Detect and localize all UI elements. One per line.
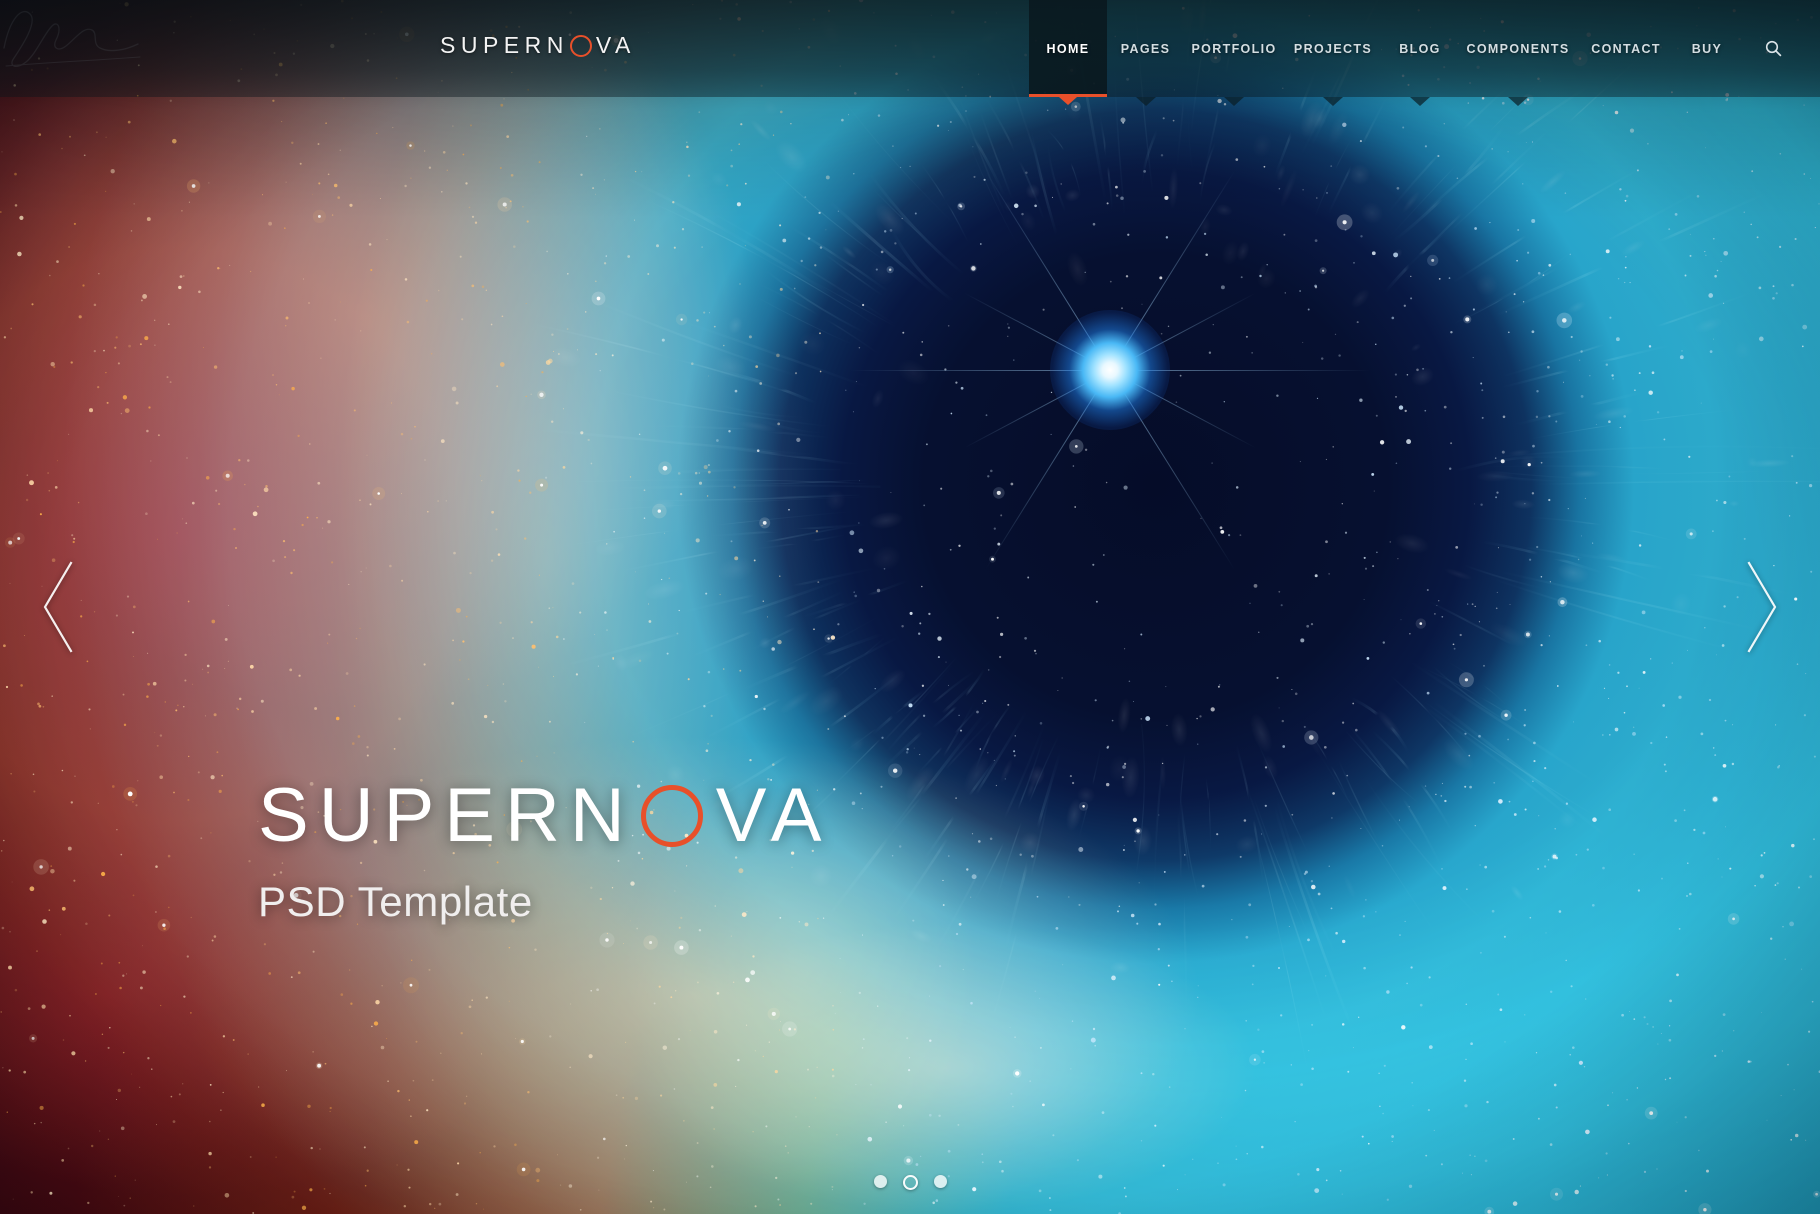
nav-item-projects-label: PROJECTS [1293, 41, 1373, 56]
hero-subtitle: PSD Template [258, 878, 533, 925]
chevron-left-icon [43, 561, 73, 653]
chevron-down-icon [1135, 97, 1156, 106]
slider-next-button[interactable] [1726, 547, 1796, 667]
slider-dot-1[interactable] [873, 1175, 887, 1188]
nav-item-pages[interactable]: PAGES [1107, 0, 1184, 106]
site-logo[interactable]: SUPERN VA [440, 32, 636, 59]
nebula-warm-layer [0, 0, 1820, 1214]
nebula-base-layer [0, 0, 1820, 1214]
slider-dot-3[interactable] [933, 1175, 947, 1188]
search-icon [1765, 40, 1781, 57]
chevron-down-icon [1224, 97, 1244, 106]
chevron-down-icon [1323, 97, 1343, 106]
nav-item-pages-label: PAGES [1120, 41, 1171, 56]
nav-active-caret-icon [1059, 97, 1077, 105]
nav-item-projects[interactable]: PROJECTS [1284, 0, 1382, 106]
nav-item-home[interactable]: HOME [1029, 0, 1107, 105]
nav-item-blog[interactable]: BLOG [1382, 0, 1458, 106]
nav-item-contact[interactable]: CONTACT [1578, 0, 1674, 97]
nebula-iris-layer [0, 0, 1820, 1214]
logo-ring-icon [569, 34, 592, 57]
nebula-halo-layer [0, 0, 1820, 1214]
main-navigation: HOME PAGES PORTFOLIO PROJECTS BLOG COMPO… [1029, 0, 1820, 106]
hero-title: SUPERN VA [258, 778, 831, 854]
starfield-near [0, 0, 1820, 1214]
slider-prev-button[interactable] [24, 547, 94, 667]
nebula-filaments [456, 0, 1820, 1119]
search-button[interactable] [1740, 0, 1820, 97]
nav-item-home-label: HOME [1046, 41, 1090, 56]
slider-pagination [0, 1175, 1820, 1190]
hero-ring-icon [640, 785, 703, 847]
starfield-far [0, 0, 1820, 1214]
site-header: SUPERN VA HOME PAGES PORTFOLIO PROJECTS [0, 0, 1820, 106]
nebula-green-layer [0, 0, 1820, 1214]
hero-title-after: VA [715, 773, 832, 858]
nav-item-blog-label: BLOG [1399, 41, 1441, 56]
nav-item-buy-label: BUY [1691, 41, 1723, 56]
logo-text-after: VA [595, 32, 636, 58]
slider-dot-2[interactable] [902, 1175, 918, 1190]
nav-item-portfolio-label: PORTFOLIO [1191, 41, 1277, 56]
nav-item-portfolio[interactable]: PORTFOLIO [1184, 0, 1284, 106]
chevron-down-icon [1410, 97, 1430, 106]
hero-title-before: SUPERN [258, 773, 635, 858]
hero-caption: SUPERN VA PSD Template [258, 778, 831, 926]
chevron-right-icon [1747, 561, 1777, 653]
vignette-layer [0, 0, 1820, 1214]
slider-stage: SUPERN VA HOME PAGES PORTFOLIO PROJECTS [0, 0, 1820, 1214]
nav-item-components-label: COMPONENTS [1466, 41, 1570, 56]
nav-item-contact-label: CONTACT [1591, 41, 1661, 56]
chevron-down-icon [1508, 97, 1528, 106]
logo-text-before: SUPERN [440, 32, 569, 58]
nav-item-components[interactable]: COMPONENTS [1458, 0, 1578, 106]
nav-item-buy[interactable]: BUY [1674, 0, 1740, 97]
